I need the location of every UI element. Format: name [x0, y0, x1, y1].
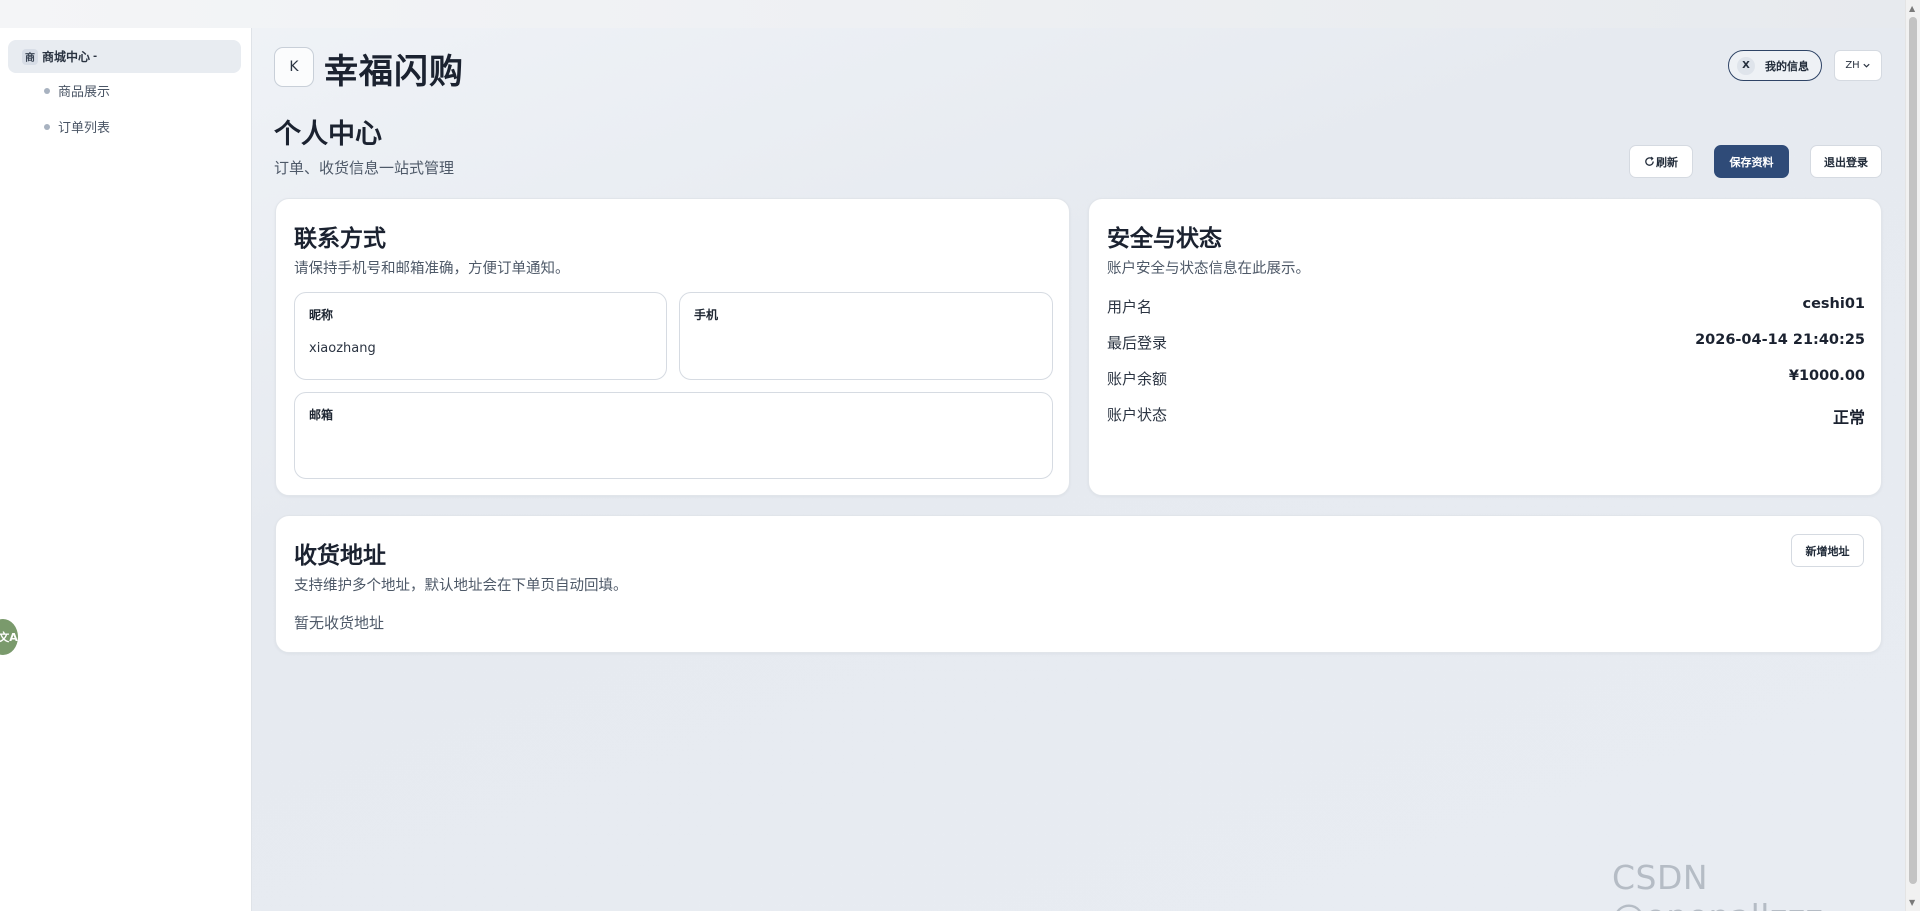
- sidebar-item-orders[interactable]: 订单列表: [44, 117, 110, 136]
- sidebar: 商 商城中心 - 商品展示 订单列表: [0, 28, 252, 911]
- nickname-label: 昵称: [309, 308, 334, 322]
- sidebar-item-products[interactable]: 商品展示: [44, 81, 110, 100]
- security-card: 安全与状态 账户安全与状态信息在此展示。 用户名 ceshi01 最后登录 20…: [1088, 198, 1882, 496]
- contact-title: 联系方式: [294, 226, 386, 252]
- phone-input[interactable]: [694, 341, 1029, 356]
- sidebar-group-mall-center[interactable]: 商 商城中心 -: [8, 40, 241, 73]
- phone-field[interactable]: 手机: [679, 292, 1053, 380]
- scrollbar[interactable]: ▲ ▼: [1905, 0, 1920, 911]
- sidebar-item-label: 商品展示: [58, 85, 111, 100]
- top-strip: [0, 0, 1905, 28]
- chevron-down-icon: [1863, 63, 1870, 68]
- address-desc: 支持维护多个地址，默认地址会在下单页自动回填。: [294, 578, 628, 594]
- username-label: 用户名: [1107, 298, 1153, 316]
- email-label: 邮箱: [309, 408, 334, 422]
- avatar: X: [1737, 56, 1755, 75]
- save-profile-button[interactable]: 保存资料: [1714, 145, 1789, 178]
- page-title: 个人中心: [274, 119, 382, 150]
- brand-title: 幸福闪购: [324, 52, 464, 92]
- security-row-username: 用户名 ceshi01: [1107, 296, 1865, 317]
- last-login-value: 2026-04-14 21:40:25: [1695, 332, 1865, 348]
- nickname-input[interactable]: [309, 341, 643, 356]
- scroll-up-icon[interactable]: ▲: [1909, 4, 1915, 13]
- email-field[interactable]: 邮箱: [294, 392, 1053, 479]
- security-row-last-login: 最后登录 2026-04-14 21:40:25: [1107, 332, 1865, 353]
- security-title: 安全与状态: [1107, 226, 1222, 252]
- nickname-field[interactable]: 昵称: [294, 292, 667, 380]
- security-desc: 账户安全与状态信息在此展示。: [1107, 261, 1310, 277]
- email-input[interactable]: [309, 441, 991, 456]
- collapse-sidebar-button[interactable]: K: [274, 47, 314, 87]
- language-select[interactable]: ZH: [1834, 50, 1882, 81]
- balance-label: 账户余额: [1107, 370, 1168, 388]
- contact-card: 联系方式 请保持手机号和邮箱准确，方便订单通知。 昵称 手机 邮箱: [275, 198, 1070, 496]
- bullet-icon: [44, 87, 50, 94]
- phone-label: 手机: [694, 308, 719, 322]
- address-title: 收货地址: [294, 543, 386, 569]
- balance-value: ¥1000.00: [1788, 368, 1865, 384]
- sidebar-item-label: 订单列表: [58, 121, 111, 136]
- address-empty-text: 暂无收货地址: [294, 614, 385, 632]
- language-label: ZH: [1845, 60, 1860, 71]
- collapse-icon: -: [93, 51, 98, 62]
- refresh-icon: [1645, 156, 1654, 166]
- watermark: CSDN @openallzzz: [1612, 858, 1823, 911]
- status-label: 账户状态: [1107, 406, 1168, 424]
- refresh-label: 刷新: [1656, 155, 1678, 169]
- add-address-button[interactable]: 新增地址: [1791, 534, 1864, 567]
- status-badge: 正常: [1832, 408, 1865, 427]
- last-login-label: 最后登录: [1107, 334, 1168, 352]
- mall-badge-icon: 商: [22, 48, 38, 65]
- username-value: ceshi01: [1802, 296, 1865, 312]
- contact-desc: 请保持手机号和邮箱准确，方便订单通知。: [294, 261, 570, 277]
- sidebar-group-label: 商城中心: [42, 50, 91, 64]
- security-row-status: 账户状态 正常: [1107, 404, 1865, 428]
- my-info-label: 我的信息: [1765, 59, 1809, 73]
- address-card: 收货地址 支持维护多个地址，默认地址会在下单页自动回填。 暂无收货地址: [275, 515, 1882, 653]
- logout-button[interactable]: 退出登录: [1810, 145, 1882, 178]
- refresh-button[interactable]: 刷新: [1629, 145, 1693, 178]
- security-row-balance: 账户余额 ¥1000.00: [1107, 368, 1865, 389]
- scroll-thumb[interactable]: [1909, 17, 1917, 884]
- page-subtitle: 订单、收货信息一站式管理: [274, 159, 455, 177]
- my-info-button[interactable]: X 我的信息: [1728, 50, 1822, 81]
- bullet-icon: [44, 123, 50, 130]
